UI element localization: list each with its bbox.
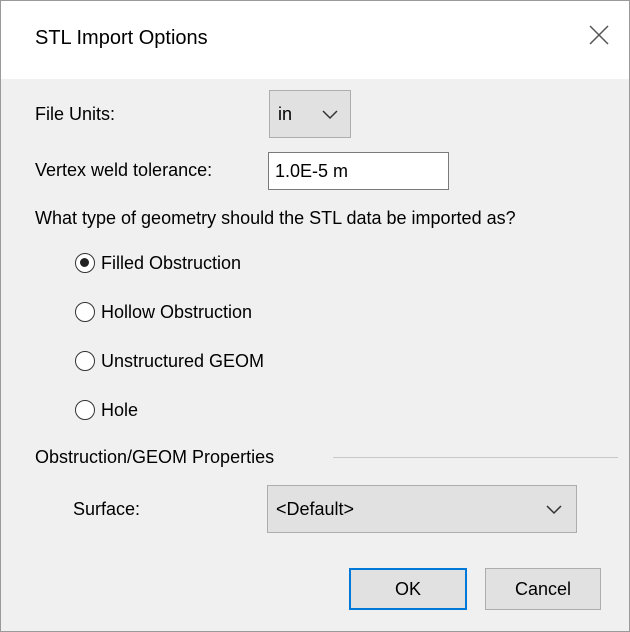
cancel-button[interactable]: Cancel — [485, 568, 601, 610]
radio-hollow-obstruction[interactable]: Hollow Obstruction — [75, 298, 252, 326]
radio-filled-obstruction[interactable]: Filled Obstruction — [75, 249, 241, 277]
chevron-down-icon — [546, 505, 562, 515]
radio-empty-icon — [75, 302, 95, 322]
geometry-question: What type of geometry should the STL dat… — [35, 208, 516, 228]
group-divider — [333, 457, 618, 458]
ok-button[interactable]: OK — [349, 568, 467, 610]
close-button[interactable] — [579, 15, 619, 55]
vertex-weld-label: Vertex weld tolerance: — [35, 160, 213, 180]
surface-label: Surface: — [73, 499, 141, 519]
radio-empty-icon — [75, 400, 95, 420]
radio-empty-icon — [75, 351, 95, 371]
radio-label: Unstructured GEOM — [101, 350, 265, 371]
radio-hole[interactable]: Hole — [75, 396, 138, 424]
radio-label: Filled Obstruction — [101, 252, 242, 273]
stl-import-dialog: STL Import Options File Units: in Vertex… — [0, 0, 630, 632]
title-bar: STL Import Options — [1, 1, 629, 79]
close-icon — [589, 25, 609, 45]
file-units-value: in — [278, 104, 293, 124]
surface-value: <Default> — [276, 499, 355, 519]
dialog-title: STL Import Options — [35, 27, 208, 49]
properties-group-label: Obstruction/GEOM Properties — [35, 447, 275, 467]
file-units-label: File Units: — [35, 104, 116, 124]
radio-selected-icon — [75, 253, 95, 273]
file-units-select[interactable]: in — [269, 90, 351, 138]
radio-label: Hollow Obstruction — [101, 301, 253, 322]
vertex-weld-input[interactable] — [268, 152, 449, 190]
radio-label: Hole — [101, 399, 139, 420]
chevron-down-icon — [322, 110, 338, 120]
radio-unstructured-geom[interactable]: Unstructured GEOM — [75, 347, 264, 375]
surface-select[interactable]: <Default> — [267, 485, 577, 533]
